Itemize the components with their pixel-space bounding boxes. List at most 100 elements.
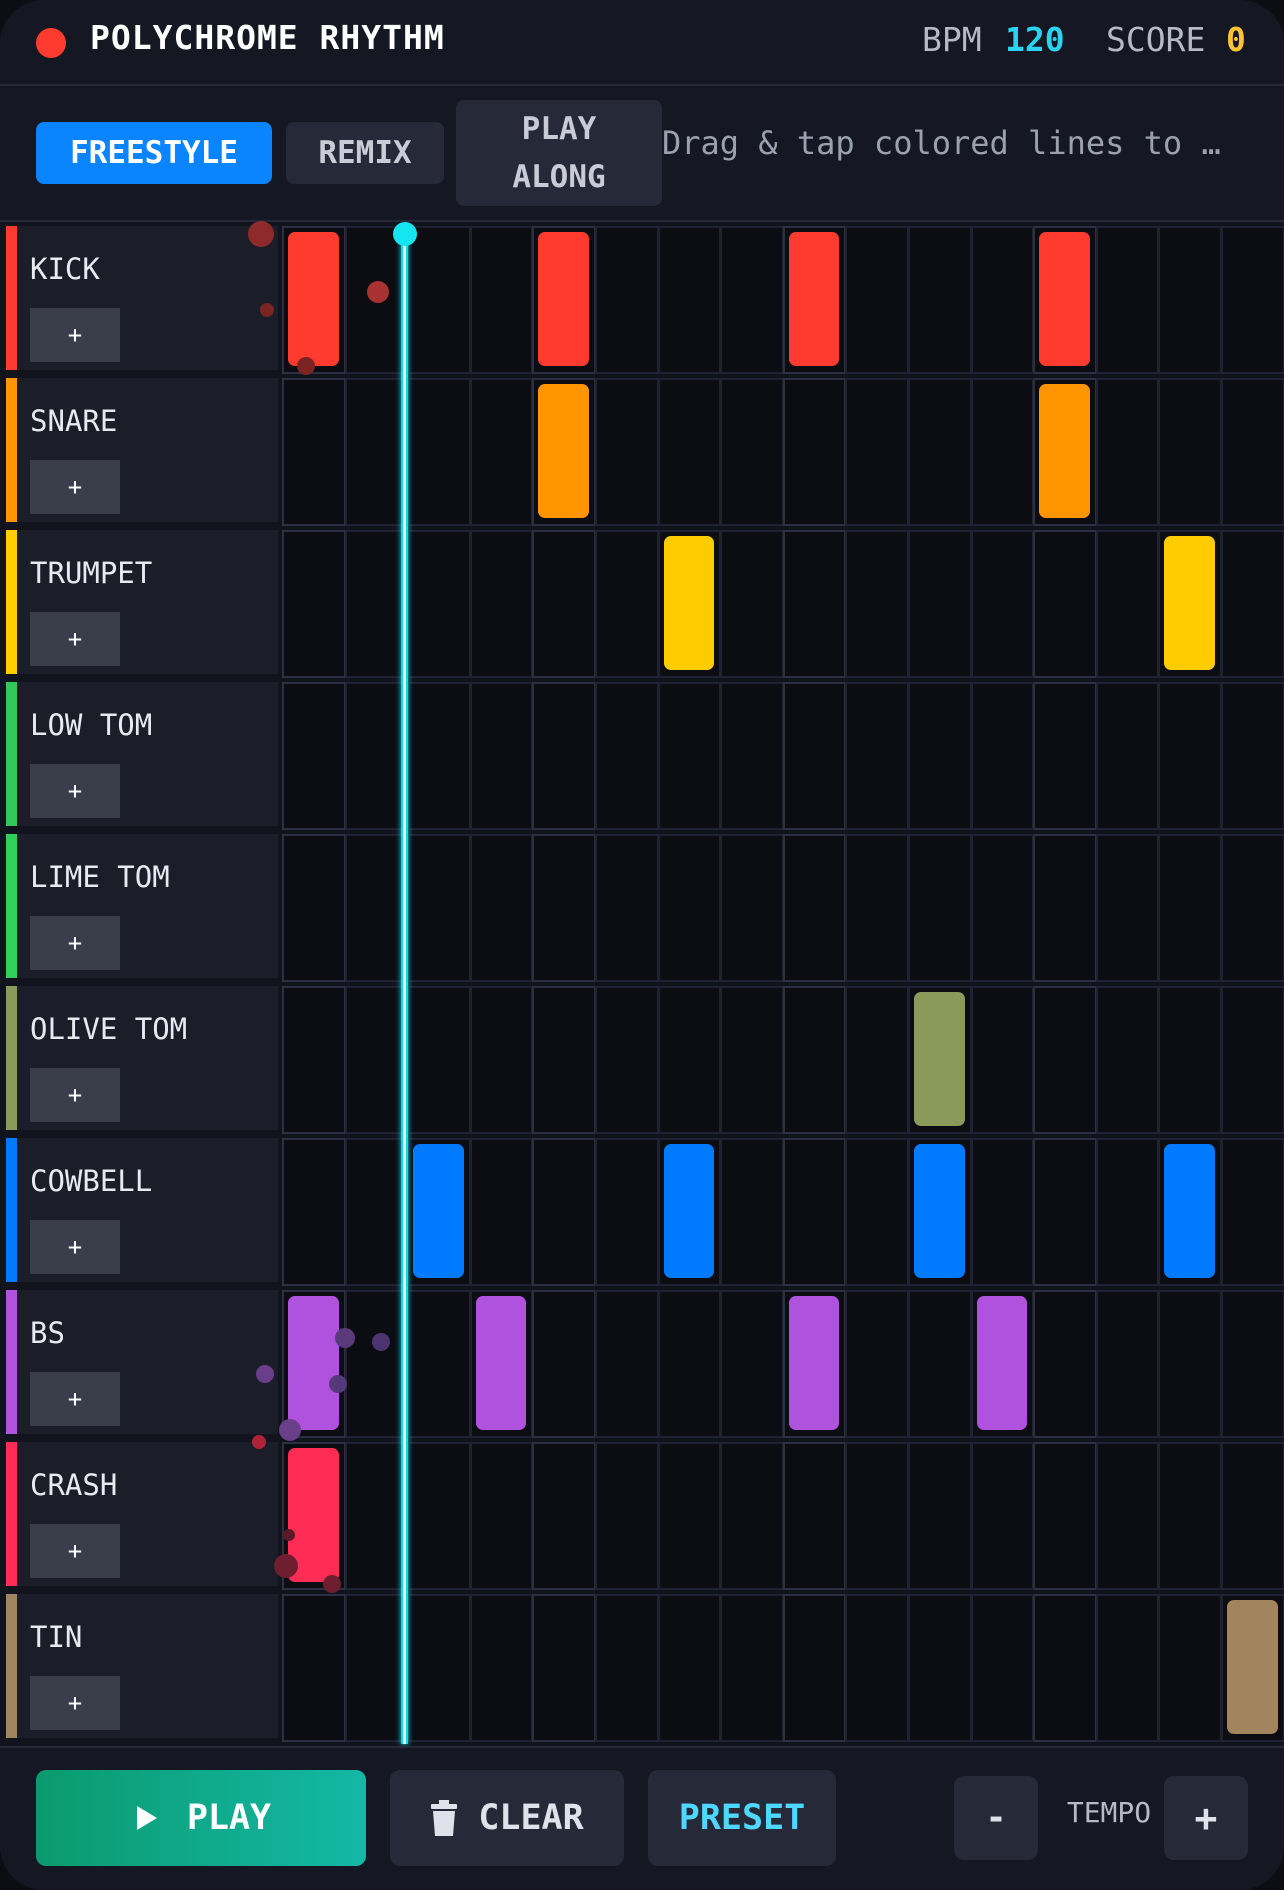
note-block[interactable]	[976, 1296, 1028, 1430]
grid-cell[interactable]	[908, 530, 972, 678]
grid-cell[interactable]	[970, 530, 1035, 678]
add-note-button[interactable]: +	[30, 1676, 120, 1730]
add-note-button[interactable]: +	[30, 1524, 120, 1578]
grid-cell[interactable]	[282, 1138, 346, 1286]
add-note-button[interactable]: +	[30, 612, 120, 666]
grid-cell[interactable]	[845, 226, 909, 374]
grid-cell[interactable]	[282, 530, 346, 678]
grid-cell[interactable]	[908, 1290, 972, 1438]
grid-cell[interactable]	[657, 1290, 722, 1438]
grid-cell[interactable]	[282, 378, 346, 526]
grid-cell[interactable]	[532, 1442, 596, 1590]
add-note-button[interactable]: +	[30, 1220, 120, 1274]
grid-cell[interactable]	[1033, 1442, 1097, 1590]
grid-cell[interactable]	[970, 682, 1035, 830]
grid-cell[interactable]	[1221, 1290, 1284, 1438]
note-block[interactable]	[663, 536, 715, 670]
grid-cell[interactable]	[595, 834, 659, 982]
grid-cell[interactable]	[1158, 226, 1222, 374]
add-note-button[interactable]: +	[30, 1068, 120, 1122]
grid-cell[interactable]	[407, 378, 471, 526]
grid-cell[interactable]	[1158, 1594, 1222, 1742]
grid-cell[interactable]	[1033, 1138, 1097, 1286]
grid-cell[interactable]	[595, 1290, 659, 1438]
grid-cell[interactable]	[970, 1594, 1035, 1742]
grid-cell[interactable]	[595, 986, 659, 1134]
grid-cell[interactable]	[720, 682, 784, 830]
grid-cell[interactable]	[720, 834, 784, 982]
note-block[interactable]	[663, 1144, 715, 1278]
grid-cell[interactable]	[344, 1290, 409, 1438]
note-block[interactable]	[914, 992, 965, 1126]
grid-cell[interactable]	[1221, 986, 1284, 1134]
grid-cell[interactable]	[469, 682, 534, 830]
play-button[interactable]: PLAY	[36, 1770, 366, 1866]
grid-cell[interactable]	[1095, 530, 1160, 678]
mode-remix-button[interactable]: REMIX	[286, 122, 444, 184]
grid-cell[interactable]	[720, 378, 784, 526]
grid-cell[interactable]	[407, 1442, 471, 1590]
grid-cell[interactable]	[282, 834, 346, 982]
grid-cell[interactable]	[407, 530, 471, 678]
grid-cell[interactable]	[845, 1138, 909, 1286]
grid-cell[interactable]	[782, 986, 847, 1134]
grid-cell[interactable]	[908, 378, 972, 526]
grid-cell[interactable]	[1095, 1594, 1160, 1742]
grid-cell[interactable]	[782, 530, 847, 678]
grid-cell[interactable]	[657, 1442, 722, 1590]
grid-cell[interactable]	[407, 1290, 471, 1438]
clear-button[interactable]: CLEAR	[390, 1770, 624, 1866]
note-block[interactable]	[1164, 536, 1215, 670]
grid-cell[interactable]	[407, 226, 471, 374]
tempo-decrease-button[interactable]: -	[954, 1776, 1038, 1860]
grid-cell[interactable]	[282, 1594, 346, 1742]
grid-cell[interactable]	[344, 378, 409, 526]
grid-cell[interactable]	[970, 986, 1035, 1134]
grid-cell[interactable]	[657, 1594, 722, 1742]
grid-cell[interactable]	[469, 226, 534, 374]
grid-cell[interactable]	[1095, 1138, 1160, 1286]
add-note-button[interactable]: +	[30, 764, 120, 818]
grid-cell[interactable]	[657, 378, 722, 526]
grid-cell[interactable]	[908, 834, 972, 982]
grid-cell[interactable]	[469, 1442, 534, 1590]
note-block[interactable]	[1039, 384, 1090, 518]
grid-cell[interactable]	[782, 1594, 847, 1742]
note-block[interactable]	[538, 384, 589, 518]
add-note-button[interactable]: +	[30, 460, 120, 514]
note-block[interactable]	[538, 232, 589, 366]
grid-cell[interactable]	[407, 986, 471, 1134]
grid-cell[interactable]	[532, 530, 596, 678]
grid-cell[interactable]	[720, 1442, 784, 1590]
note-block[interactable]	[413, 1144, 464, 1278]
grid-cell[interactable]	[532, 1138, 596, 1286]
grid-cell[interactable]	[532, 834, 596, 982]
grid-cell[interactable]	[595, 1138, 659, 1286]
note-block[interactable]	[788, 1296, 840, 1430]
grid-cell[interactable]	[845, 1290, 909, 1438]
grid-cell[interactable]	[970, 226, 1035, 374]
grid-cell[interactable]	[1095, 378, 1160, 526]
grid-cell[interactable]	[344, 834, 409, 982]
grid-cell[interactable]	[595, 530, 659, 678]
mode-play-along-button[interactable]: PLAY ALONG	[456, 100, 662, 206]
grid-cell[interactable]	[469, 1138, 534, 1286]
grid-cell[interactable]	[282, 986, 346, 1134]
tempo-increase-button[interactable]: +	[1164, 1776, 1248, 1860]
grid-cell[interactable]	[1095, 986, 1160, 1134]
grid-cell[interactable]	[407, 682, 471, 830]
grid-cell[interactable]	[1221, 378, 1284, 526]
grid-cell[interactable]	[782, 1442, 847, 1590]
grid-cell[interactable]	[1033, 1594, 1097, 1742]
grid-cell[interactable]	[782, 1138, 847, 1286]
note-block[interactable]	[788, 232, 840, 366]
grid-cell[interactable]	[595, 682, 659, 830]
grid-cell[interactable]	[1095, 1290, 1160, 1438]
grid-cell[interactable]	[532, 682, 596, 830]
grid-cell[interactable]	[720, 530, 784, 678]
grid-cell[interactable]	[1095, 682, 1160, 830]
playhead[interactable]	[401, 232, 408, 1744]
grid-cell[interactable]	[782, 834, 847, 982]
note-block[interactable]	[1039, 232, 1090, 366]
grid-cell[interactable]	[344, 1138, 409, 1286]
